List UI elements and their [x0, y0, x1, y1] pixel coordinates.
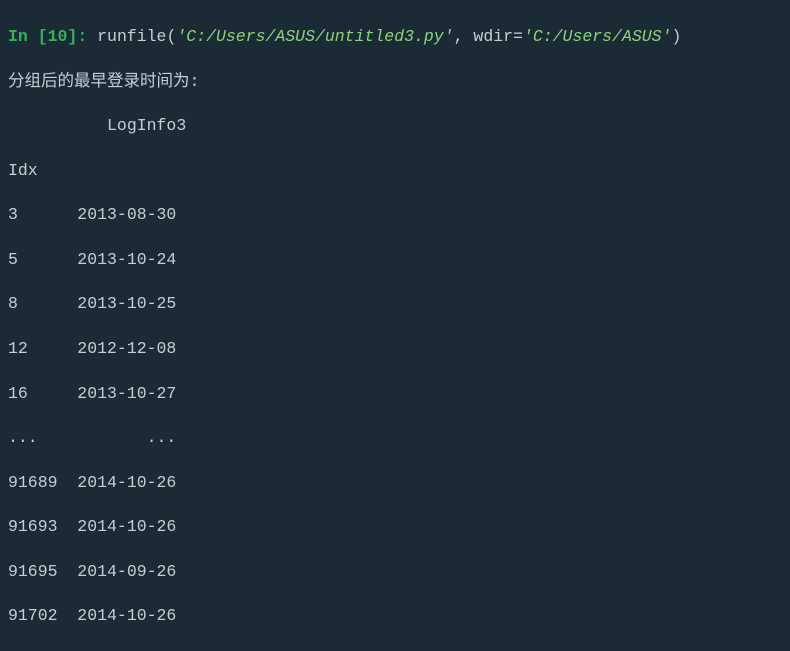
ipython-console[interactable]: In [10]: runfile('C:/Users/ASUS/untitled…: [0, 0, 790, 651]
table-row: 91702 2014-10-26: [8, 605, 784, 627]
table-row: 16 2013-10-27: [8, 383, 784, 405]
section1-col-header: LogInfo3: [8, 115, 784, 137]
wdir-kwarg: wdir=: [473, 27, 523, 46]
table-row: 91689 2014-10-26: [8, 472, 784, 494]
close-paren: ): [671, 27, 681, 46]
in-prompt-num: 10: [48, 27, 68, 46]
in-prompt-open: In [: [8, 27, 48, 46]
open-paren: (: [166, 27, 176, 46]
table-row: 5 2013-10-24: [8, 249, 784, 271]
table-row: 91693 2014-10-26: [8, 516, 784, 538]
in-prompt-close: ]:: [67, 27, 97, 46]
table-row: 3 2013-08-30: [8, 204, 784, 226]
wdir-path: 'C:/Users/ASUS': [523, 27, 672, 46]
script-path: 'C:/Users/ASUS/untitled3.py': [176, 27, 453, 46]
table-row: ... ...: [8, 427, 784, 449]
table-row: 8 2013-10-25: [8, 293, 784, 315]
input-line: In [10]: runfile('C:/Users/ASUS/untitled…: [8, 26, 784, 48]
runfile-call: runfile: [97, 27, 166, 46]
table-row: 91695 2014-09-26: [8, 561, 784, 583]
section1-idx-label: Idx: [8, 160, 784, 182]
table-row: 12 2012-12-08: [8, 338, 784, 360]
section1-title: 分组后的最早登录时间为:: [8, 71, 784, 93]
comma: ,: [454, 27, 474, 46]
